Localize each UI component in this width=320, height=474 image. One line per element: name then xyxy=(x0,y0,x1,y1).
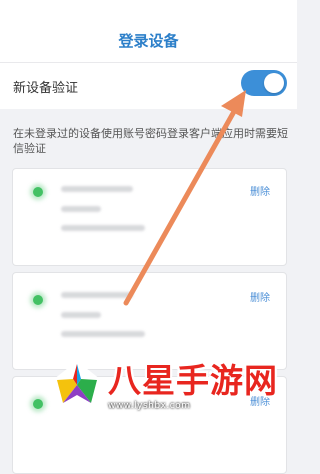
watermark-url: www.lyshbx.com xyxy=(108,401,191,411)
watermark-logo-icon xyxy=(54,361,100,409)
watermark-text: 八星手游网 xyxy=(108,361,278,400)
